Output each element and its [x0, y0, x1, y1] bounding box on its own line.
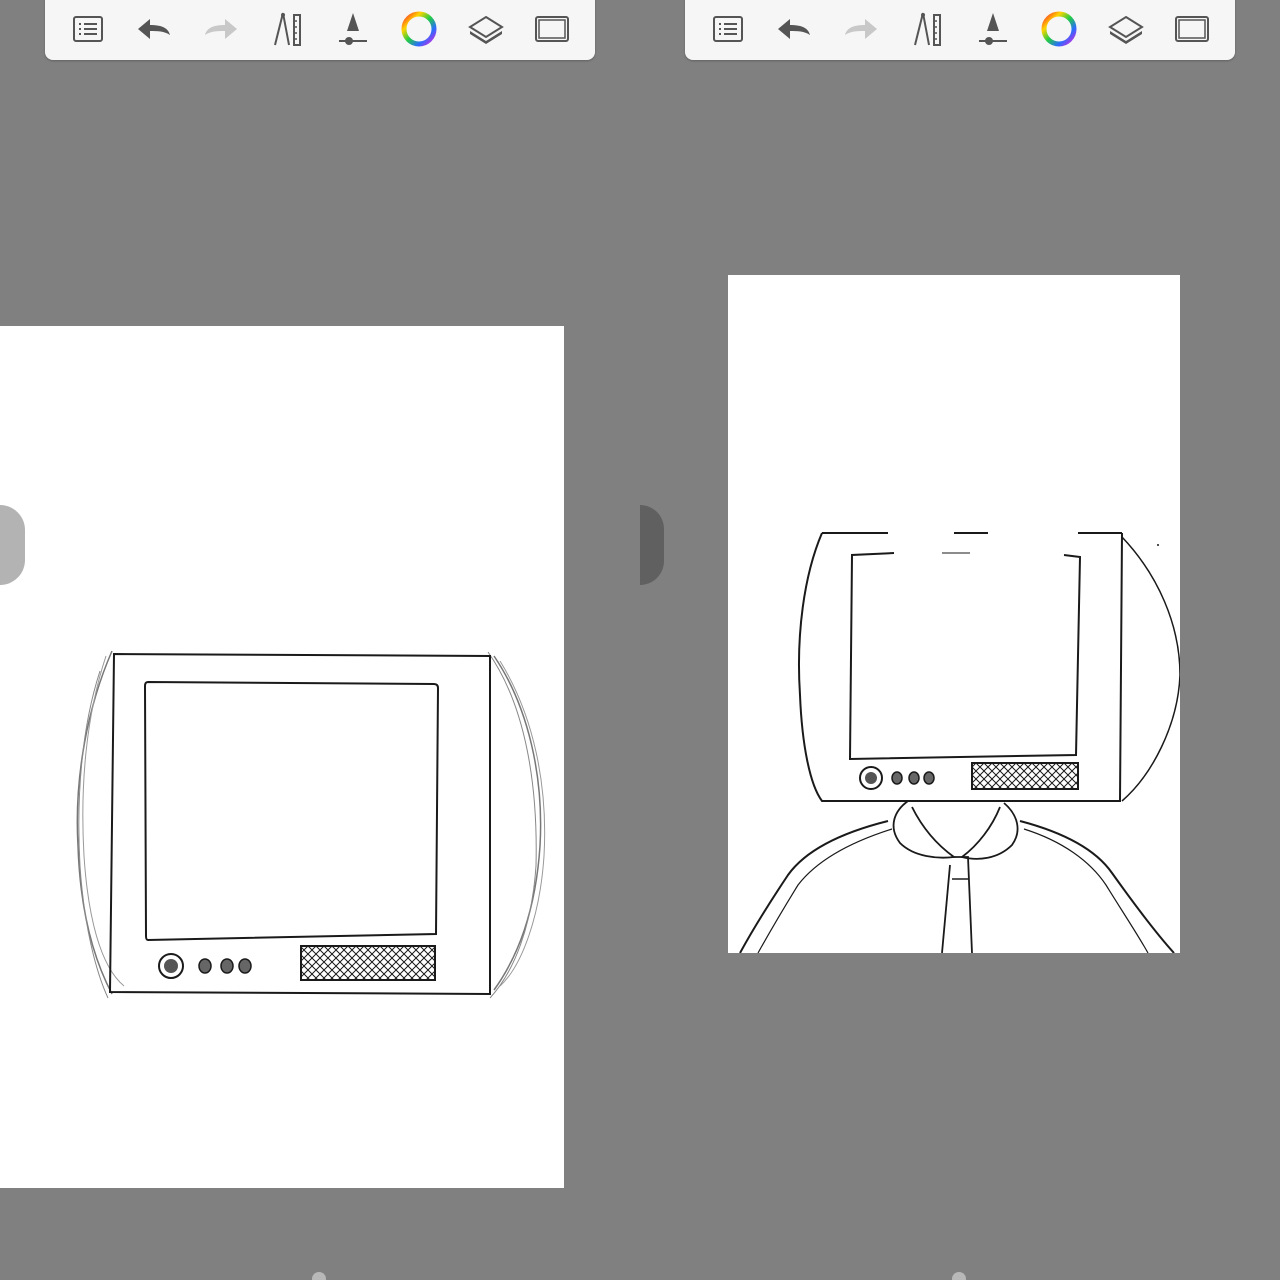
undo-arrow-icon[interactable]	[772, 7, 816, 51]
drawing-canvas[interactable]	[0, 326, 564, 1188]
list-icon[interactable]	[66, 7, 110, 51]
layers-icon[interactable]	[1104, 7, 1148, 51]
left-pane	[0, 0, 640, 1280]
brush-cone-icon[interactable]	[971, 7, 1015, 51]
compass-ruler-icon[interactable]	[905, 7, 949, 51]
side-panel-handle[interactable]	[0, 505, 25, 585]
right-pane	[640, 0, 1280, 1280]
tv-head-figure-drawing	[739, 532, 1180, 953]
redo-arrow-icon[interactable]	[199, 7, 243, 51]
color-wheel-icon[interactable]	[397, 7, 441, 51]
side-panel-handle[interactable]	[640, 505, 664, 585]
layers-icon[interactable]	[464, 7, 508, 51]
compass-ruler-icon[interactable]	[265, 7, 309, 51]
color-wheel-icon[interactable]	[1037, 7, 1081, 51]
redo-arrow-icon[interactable]	[839, 7, 883, 51]
scroll-indicator	[312, 1272, 326, 1280]
scroll-indicator	[952, 1272, 966, 1280]
drawing-canvas[interactable]	[728, 275, 1180, 953]
toolbar	[45, 0, 595, 60]
frame-icon[interactable]	[530, 7, 574, 51]
brush-cone-icon[interactable]	[331, 7, 375, 51]
undo-arrow-icon[interactable]	[132, 7, 176, 51]
toolbar	[685, 0, 1235, 60]
frame-icon[interactable]	[1170, 7, 1214, 51]
tv-sketch-drawing	[76, 650, 546, 999]
list-icon[interactable]	[706, 7, 750, 51]
